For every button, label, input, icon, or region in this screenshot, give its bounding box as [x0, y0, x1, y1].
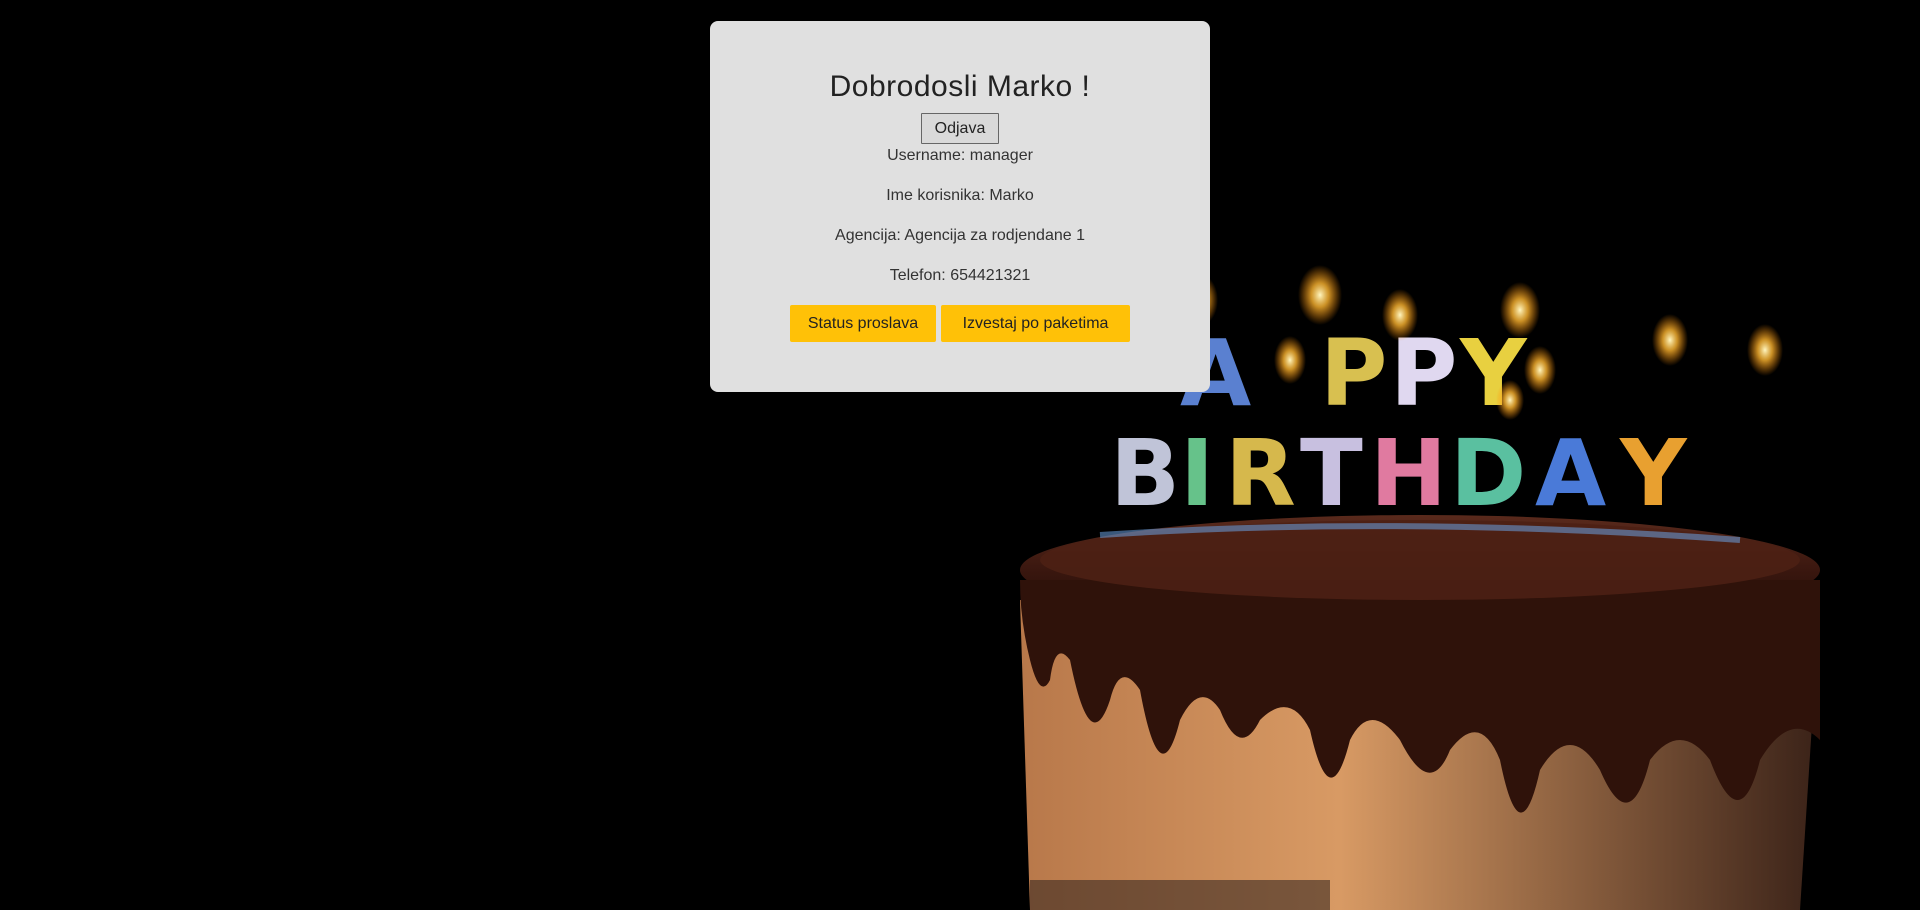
candle-letter-r: R — [1225, 420, 1296, 527]
candle-letter-y: Y — [1619, 420, 1688, 527]
candle-letter-h: H — [1370, 420, 1447, 527]
logout-button[interactable]: Odjava — [921, 113, 999, 144]
candle-letter-b: B — [1110, 420, 1180, 527]
candle-letter-a: A — [1535, 420, 1606, 527]
candle-letter-d: D — [1450, 420, 1526, 527]
page-title: Dobrodosli Marko ! — [829, 70, 1091, 103]
user-name-text: Ime korisnika: Marko — [886, 187, 1034, 204]
username-text: Username: manager — [887, 147, 1033, 164]
candle-letter-p: P — [1320, 320, 1387, 427]
welcome-card: Dobrodosli Marko ! Odjava Username: mana… — [710, 21, 1210, 392]
candle-letter-t: T — [1300, 420, 1363, 527]
status-celebrations-button[interactable]: Status proslava — [790, 305, 936, 342]
action-buttons: Status proslava Izvestaj po paketima — [710, 305, 1210, 342]
package-report-button[interactable]: Izvestaj po paketima — [941, 305, 1130, 342]
candle-letter-i: I — [1180, 420, 1214, 527]
agency-text: Agencija: Agencija za rodjendane 1 — [835, 227, 1085, 244]
phone-text: Telefon: 654421321 — [889, 267, 1031, 284]
